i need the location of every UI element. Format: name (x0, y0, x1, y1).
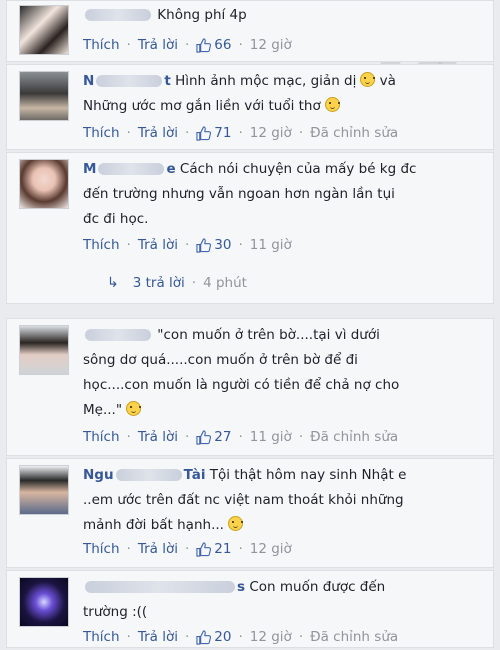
avatar[interactable] (19, 5, 69, 55)
timestamp[interactable]: 11 giờ (250, 429, 292, 445)
blurred-name[interactable] (85, 9, 151, 21)
thumbs-up-icon (196, 541, 212, 557)
comment-actions: Thích · Trả lời · 30 · 11 giờ (83, 237, 292, 253)
like-button[interactable]: Thích (83, 429, 120, 445)
thumbs-up-icon (196, 429, 212, 445)
edited-label[interactable]: Đã chỉnh sửa (310, 429, 398, 445)
comment-text: Cách nói chuyện của mấy bé kg đc (179, 161, 417, 177)
comment-card: Me Cách nói chuyện của mấy bé kg đc đến … (6, 152, 494, 304)
thumbs-up-icon (196, 37, 212, 53)
like-count[interactable]: 27 (196, 429, 231, 445)
like-button[interactable]: Thích (83, 629, 120, 645)
avatar[interactable] (19, 465, 69, 515)
like-count[interactable]: 71 (196, 125, 231, 141)
comment-text: Không phí 4p (157, 7, 247, 23)
like-button[interactable]: Thích (83, 125, 120, 141)
sad-emoji-icon (126, 401, 142, 416)
comment-card: Nt Hình ảnh mộc mạc, giản dị và Những ướ… (6, 64, 494, 150)
comment-actions: Thích · Trả lời · 21 · 12 giờ (83, 541, 292, 557)
timestamp[interactable]: 12 giờ (250, 125, 292, 141)
timestamp[interactable]: 12 giờ (250, 629, 292, 645)
reply-button[interactable]: Trả lời (138, 237, 178, 253)
laugh-emoji-icon (324, 97, 340, 112)
comment-text: Tội thật hôm nay sinh Nhật e (209, 467, 407, 483)
like-count[interactable]: 21 (196, 541, 231, 557)
reply-button[interactable]: Trả lời (138, 629, 178, 645)
edited-label[interactable]: Đã chỉnh sửa (310, 629, 398, 645)
blurred-name[interactable] (85, 581, 235, 593)
like-button[interactable]: Thích (83, 237, 120, 253)
replies-time: 4 phút (203, 275, 247, 291)
avatar[interactable] (19, 71, 69, 121)
commenter-name[interactable]: M (83, 161, 96, 177)
avatar[interactable] (19, 159, 69, 209)
comment-actions: Thích · Trả lời · 71 · 12 giờ · Đã chỉnh… (83, 125, 399, 141)
timestamp[interactable]: 12 giờ (250, 37, 292, 53)
reply-button[interactable]: Trả lời (138, 125, 178, 141)
comment-text: Hình ảnh mộc mạc, giản dị (175, 73, 357, 89)
edited-label[interactable]: Đã chỉnh sửa (310, 125, 398, 141)
comment-actions: Thích · Trả lời · 27 · 11 giờ · Đã chỉnh… (83, 429, 399, 445)
replies-link[interactable]: 3 trả lời (133, 275, 185, 291)
view-replies[interactable]: ↳ 3 trả lời · 4 phút (107, 275, 247, 291)
like-button[interactable]: Thích (83, 37, 120, 53)
like-count[interactable]: 20 (196, 629, 231, 645)
blurred-name (115, 469, 182, 481)
blurred-name (98, 163, 165, 175)
like-count[interactable]: 66 (196, 37, 231, 53)
comment-actions: Thích · Trả lời · 20 · 12 giờ · Đã chỉnh… (83, 629, 399, 645)
reply-button[interactable]: Trả lời (138, 429, 178, 445)
comment-card: "con muốn ở trên bờ....tại vì dưới sông … (6, 318, 494, 456)
smile-emoji-icon (360, 72, 376, 87)
sad-emoji-icon (227, 516, 243, 531)
avatar[interactable] (19, 577, 69, 627)
like-count[interactable]: 30 (196, 237, 231, 253)
commenter-name[interactable]: N (83, 73, 94, 89)
reply-button[interactable]: Trả lời (138, 541, 178, 557)
thumbs-up-icon (196, 237, 212, 253)
reply-arrow-icon: ↳ (107, 275, 119, 291)
comment-card: s Con muốn được đến trường :(( Thích · T… (6, 570, 494, 648)
blurred-name[interactable] (85, 329, 151, 341)
timestamp[interactable]: 11 giờ (250, 237, 292, 253)
comment-text: "con muốn ở trên bờ....tại vì dưới (157, 327, 380, 343)
like-button[interactable]: Thích (83, 541, 120, 557)
avatar[interactable] (19, 325, 69, 375)
timestamp[interactable]: 12 giờ (250, 541, 292, 557)
comment-actions: Thích · Trả lời · 66 · 12 giờ (83, 37, 292, 53)
thumbs-up-icon (196, 125, 212, 141)
comment-card: Ngu Tài Tội thật hôm nay sinh Nhật e ..em… (6, 458, 494, 568)
thumbs-up-icon (196, 629, 212, 645)
reply-button[interactable]: Trả lời (138, 37, 178, 53)
comment-card: Không phí 4p Thích · Trả lời · 66 · 12 g… (6, 0, 494, 62)
comment-text: Con muốn được đến (249, 579, 386, 595)
commenter-name[interactable]: Ngu (83, 467, 114, 483)
blurred-name (96, 75, 163, 87)
